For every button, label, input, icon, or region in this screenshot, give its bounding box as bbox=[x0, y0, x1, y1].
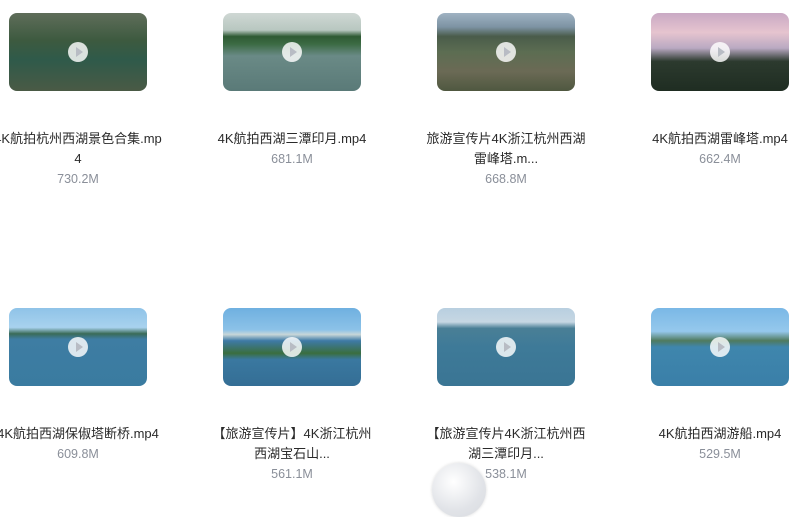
video-name[interactable]: 4K航拍西湖雷峰塔.mp4 bbox=[635, 129, 800, 149]
video-size: 561.1M bbox=[271, 467, 313, 481]
video-name[interactable]: 旅游宣传片4K浙江杭州西湖雷峰塔.m... bbox=[421, 129, 591, 169]
video-name[interactable]: 【旅游宣传片4K浙江杭州西湖三潭印月... bbox=[421, 424, 591, 464]
video-tile[interactable]: 4K航拍西湖三潭印月.mp4 681.1M bbox=[202, 13, 382, 169]
video-thumbnail[interactable] bbox=[437, 308, 575, 386]
video-thumbnail[interactable] bbox=[223, 13, 361, 91]
play-icon[interactable] bbox=[68, 337, 88, 357]
video-size: 609.8M bbox=[57, 447, 99, 461]
video-name[interactable]: 4K航拍西湖游船.mp4 bbox=[635, 424, 800, 444]
video-name[interactable]: 4K航拍杭州西湖景色合集.mp4 bbox=[0, 129, 163, 169]
video-size: 668.8M bbox=[485, 172, 527, 186]
video-tile[interactable]: 4K航拍西湖保俶塔断桥.mp4 609.8M bbox=[0, 308, 168, 464]
video-tile[interactable]: 【旅游宣传片4K浙江杭州西湖三潭印月... 538.1M bbox=[416, 308, 596, 484]
video-tile[interactable]: 【旅游宣传片】4K浙江杭州西湖宝石山... 561.1M bbox=[202, 308, 382, 484]
video-thumbnail[interactable] bbox=[437, 13, 575, 91]
play-icon[interactable] bbox=[282, 42, 302, 62]
video-size: 681.1M bbox=[271, 152, 313, 166]
video-size: 662.4M bbox=[699, 152, 741, 166]
play-icon[interactable] bbox=[710, 337, 730, 357]
video-name[interactable]: 4K航拍西湖保俶塔断桥.mp4 bbox=[0, 424, 163, 444]
touch-cursor-indicator bbox=[432, 463, 486, 517]
play-icon[interactable] bbox=[282, 337, 302, 357]
video-tile[interactable]: 4K航拍西湖游船.mp4 529.5M bbox=[630, 308, 800, 464]
video-thumbnail[interactable] bbox=[223, 308, 361, 386]
video-thumbnail[interactable] bbox=[9, 13, 147, 91]
video-size: 730.2M bbox=[57, 172, 99, 186]
play-icon[interactable] bbox=[710, 42, 730, 62]
video-tile[interactable]: 4K航拍西湖雷峰塔.mp4 662.4M bbox=[630, 13, 800, 169]
video-name[interactable]: 4K航拍西湖三潭印月.mp4 bbox=[207, 129, 377, 149]
play-icon[interactable] bbox=[496, 337, 516, 357]
play-icon[interactable] bbox=[496, 42, 516, 62]
video-thumbnail[interactable] bbox=[651, 308, 789, 386]
video-name[interactable]: 【旅游宣传片】4K浙江杭州西湖宝石山... bbox=[207, 424, 377, 464]
video-size: 529.5M bbox=[699, 447, 741, 461]
video-tile[interactable]: 4K航拍杭州西湖景色合集.mp4 730.2M bbox=[0, 13, 168, 189]
video-thumbnail[interactable] bbox=[651, 13, 789, 91]
video-tile[interactable]: 旅游宣传片4K浙江杭州西湖雷峰塔.m... 668.8M bbox=[416, 13, 596, 189]
play-icon[interactable] bbox=[68, 42, 88, 62]
video-thumbnail[interactable] bbox=[9, 308, 147, 386]
